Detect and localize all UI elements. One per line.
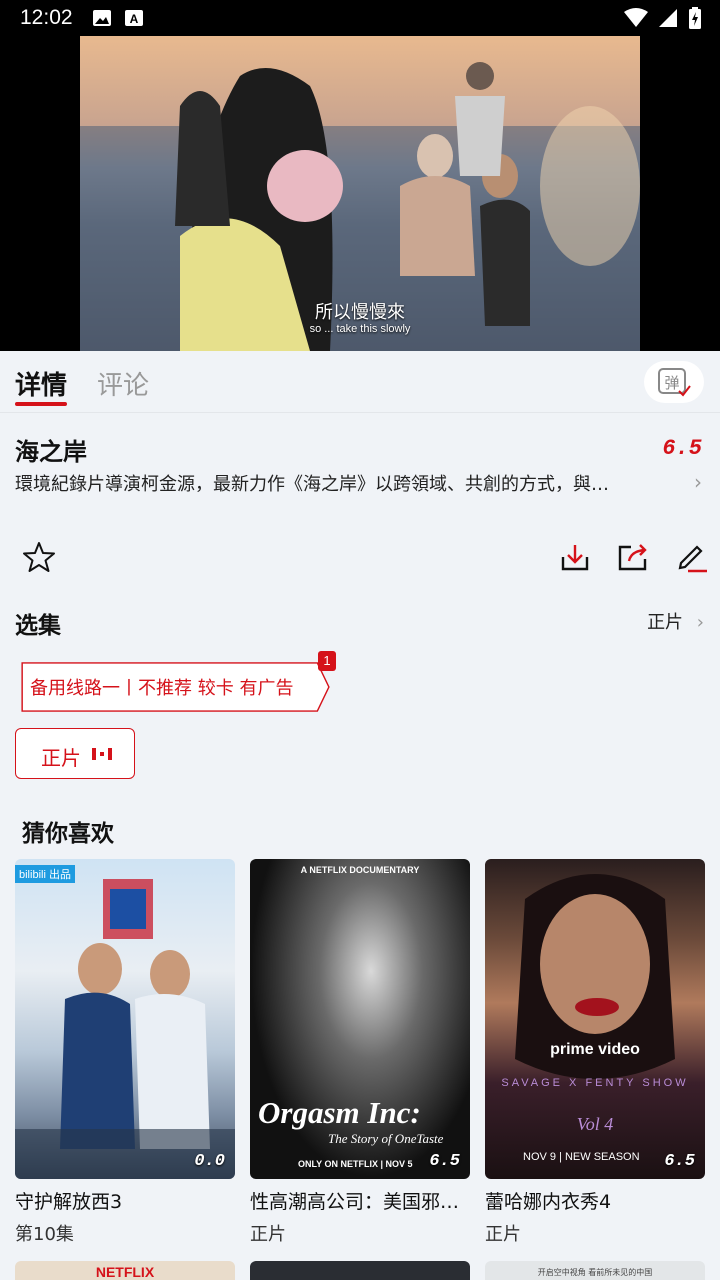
poster-image[interactable]: bilibili 出品 0.0 — [15, 859, 235, 1179]
poster-brand-text: prime video — [550, 1041, 640, 1058]
video-player[interactable]: 所以慢慢來 so ... take this slowly — [0, 36, 720, 351]
download-icon[interactable] — [557, 539, 593, 575]
show-description[interactable]: 環境紀錄片導演柯金源，最新力作《海之岸》以跨領域、共創的方式，與… — [15, 470, 675, 496]
share-icon[interactable] — [615, 539, 651, 575]
star-icon[interactable] — [21, 539, 57, 575]
signal-icon — [659, 9, 677, 27]
next-row-poster[interactable]: 开启空中视角 看前所未见的中国 — [485, 1261, 705, 1280]
next-row-poster[interactable]: NETFLIX — [15, 1261, 235, 1280]
episodes-more-link[interactable]: 正片 › — [647, 608, 704, 634]
poster-score: 6.5 — [664, 1152, 695, 1171]
next-row-poster-text: 开启空中视角 看前所未见的中国 — [537, 1268, 653, 1277]
poster-image[interactable]: A NETFLIX DOCUMENTARY Orgasm Inc: The St… — [250, 859, 470, 1179]
next-row-poster-text: NETFLIX — [95, 1264, 155, 1280]
playing-bars-icon — [92, 748, 112, 760]
edit-icon[interactable] — [673, 539, 709, 575]
recommend-card[interactable]: bilibili 出品 0.0 守护解放西3 第10集 — [15, 859, 235, 1246]
recommend-section-title: 猜你喜欢 — [22, 821, 114, 847]
poster-art — [15, 879, 235, 1179]
episode-button-label: 正片 — [41, 746, 81, 770]
svg-text:弹: 弹 — [664, 374, 679, 392]
gallery-icon — [93, 10, 111, 26]
poster-title-text: Orgasm Inc: — [258, 1095, 421, 1130]
episode-button[interactable]: 正片 — [15, 728, 135, 779]
episodes-right-label: 正片 — [647, 612, 684, 633]
recommend-card[interactable]: prime video SAVAGE X FENTY SHOW Vol 4 NO… — [485, 859, 705, 1246]
poster-subtitle-text: The Story of OneTaste — [328, 1131, 444, 1146]
video-frame[interactable]: 所以慢慢來 so ... take this slowly — [80, 36, 640, 351]
status-time: 12:02 — [20, 6, 73, 29]
route-label[interactable]: 备用线路一丨不推荐 较卡 有广告 — [30, 674, 293, 700]
next-row-poster[interactable] — [250, 1261, 470, 1280]
detail-tabs: 详情 评论 弹 — [0, 351, 720, 413]
show-score: 6.5 — [662, 436, 702, 461]
subtitle-main: 所以慢慢來 — [315, 302, 405, 323]
tab-active-underline — [15, 402, 67, 406]
danmaku-toggle-button[interactable]: 弹 — [644, 361, 704, 403]
card-subtitle: 第10集 — [15, 1224, 74, 1245]
danmaku-icon: 弹 — [658, 368, 691, 397]
recommend-card[interactable]: A NETFLIX DOCUMENTARY Orgasm Inc: The St… — [250, 859, 470, 1246]
action-bar — [0, 535, 720, 579]
tab-comments[interactable]: 评论 — [97, 365, 149, 402]
status-bar: 12:02 A — [0, 0, 720, 36]
route-badge: 1 — [318, 651, 336, 671]
svg-text:A: A — [130, 12, 139, 26]
poster-show-text: SAVAGE X FENTY SHOW — [501, 1077, 689, 1089]
text-icon: A — [125, 10, 143, 26]
poster-score: 0.0 — [194, 1152, 225, 1171]
battery-icon — [689, 7, 701, 29]
poster-image[interactable]: prime video SAVAGE X FENTY SHOW Vol 4 NO… — [485, 859, 705, 1179]
poster-vol-text: Vol 4 — [576, 1114, 614, 1134]
poster-bottom-text: ONLY ON NETFLIX | NOV 5 — [298, 1159, 413, 1169]
chevron-right-icon[interactable]: › — [694, 470, 702, 494]
card-subtitle: 正片 — [485, 1224, 521, 1245]
poster-bottom-text: NOV 9 | NEW SEASON — [523, 1151, 640, 1163]
card-title[interactable]: 蕾哈娜内衣秀4 — [485, 1187, 705, 1214]
tab-details[interactable]: 详情 — [15, 365, 67, 402]
show-title: 海之岸 — [15, 438, 87, 466]
poster-score: 6.5 — [429, 1152, 460, 1171]
poster-top-text: A NETFLIX DOCUMENTARY — [300, 865, 420, 875]
subtitle-english: so ... take this slowly — [309, 323, 411, 335]
wifi-icon — [624, 8, 648, 27]
episodes-section-title: 选集 — [15, 613, 61, 639]
card-subtitle: 正片 — [250, 1224, 286, 1245]
card-title[interactable]: 守护解放西3 — [15, 1187, 235, 1214]
chevron-right-icon: › — [696, 612, 704, 633]
card-title[interactable]: 性高潮高公司：美国邪… — [250, 1187, 470, 1214]
